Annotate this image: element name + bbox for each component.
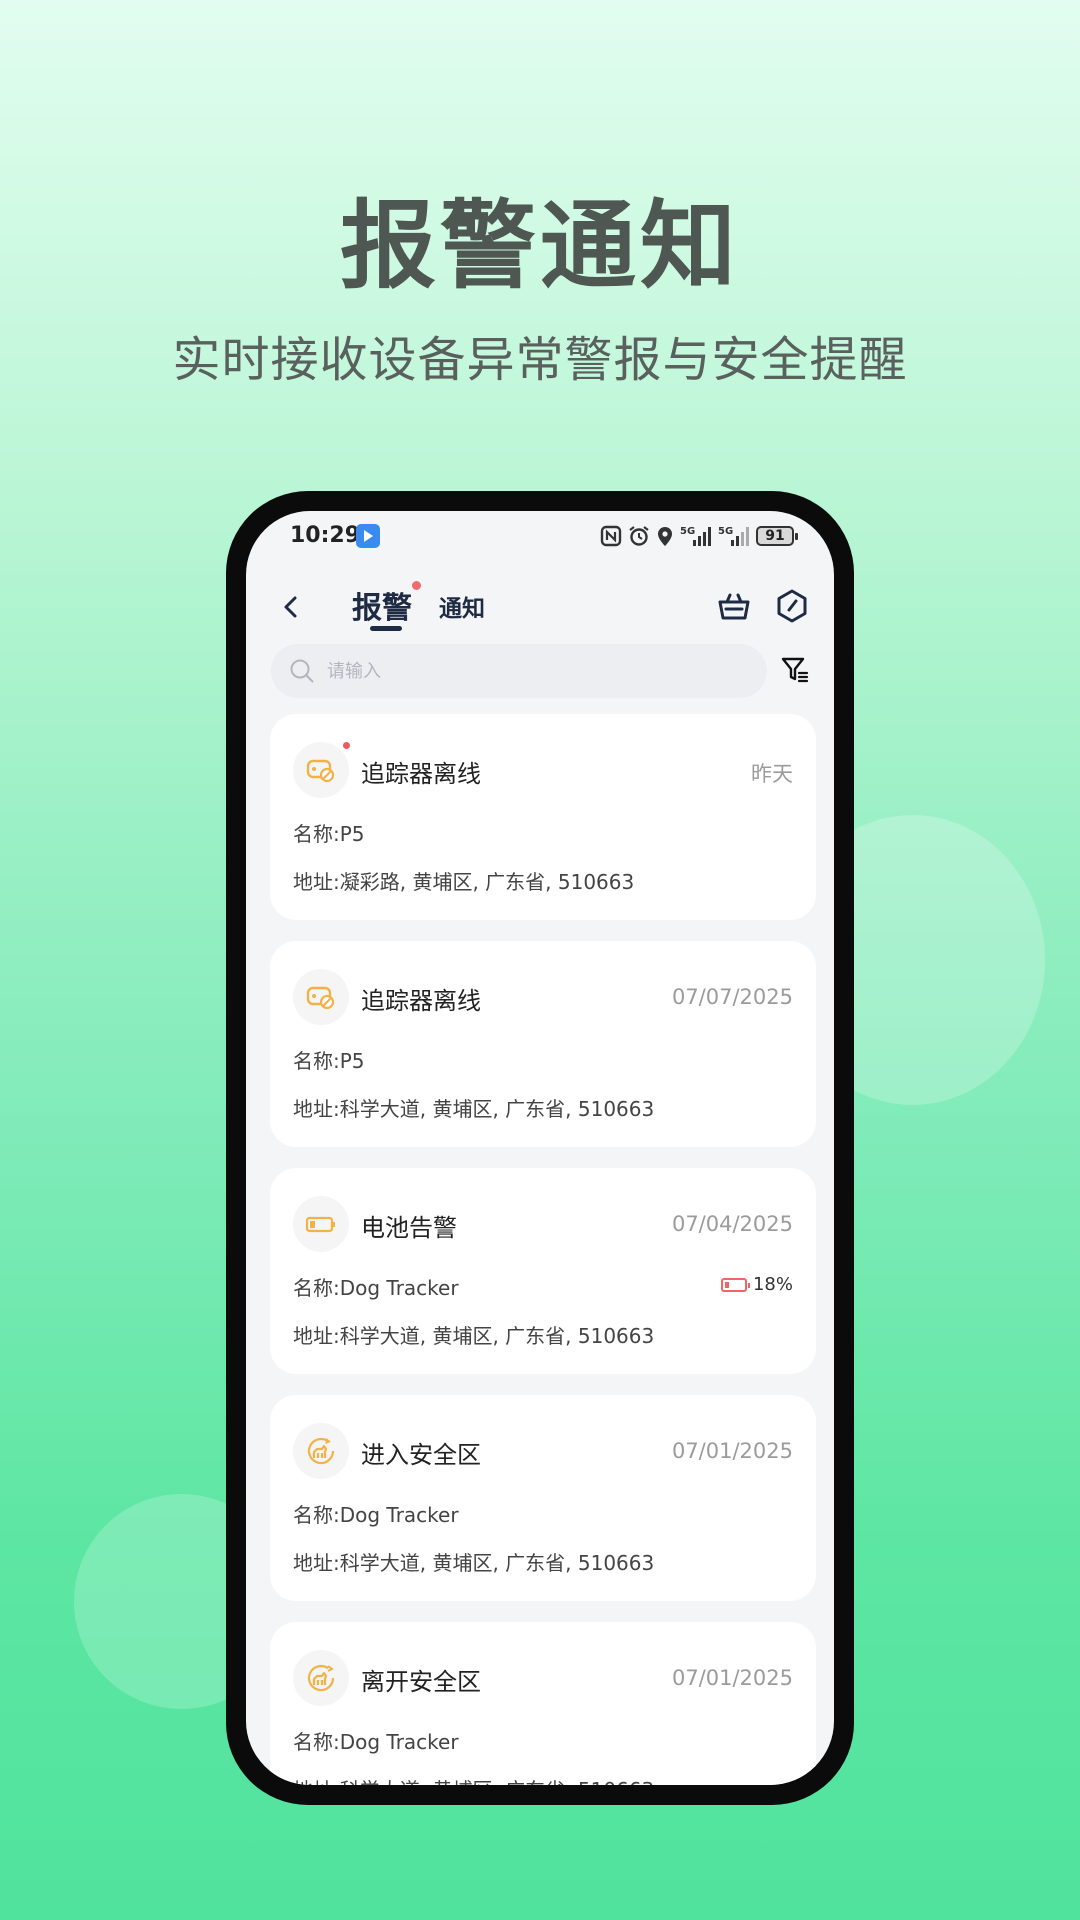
battery-percent: 18% bbox=[752, 1274, 793, 1295]
back-button[interactable] bbox=[274, 589, 310, 625]
search-bar[interactable] bbox=[271, 644, 767, 698]
tab-alarm-unread-dot bbox=[412, 581, 421, 590]
nfc-icon bbox=[600, 525, 622, 547]
enter-safe-zone-icon bbox=[293, 1423, 349, 1479]
alert-title: 追踪器离线 bbox=[361, 760, 481, 788]
status-bar: 10:29 5G 5G 91 bbox=[246, 511, 834, 561]
search-input[interactable] bbox=[327, 654, 747, 688]
alert-title: 离开安全区 bbox=[361, 1668, 481, 1696]
tracker-offline-icon bbox=[293, 969, 349, 1025]
status-time: 10:29 bbox=[290, 523, 361, 548]
battery-level: 18% bbox=[720, 1274, 793, 1295]
alert-address: 地址:科学大道, 黄埔区, 广东省, 510663 bbox=[293, 1324, 655, 1348]
top-navigation: 报警 通知 bbox=[246, 571, 834, 641]
alarm-icon bbox=[629, 526, 649, 546]
phone-screen: 10:29 5G 5G 91 报警 通知 请输入 追踪器离线 昨天 名称:P5 … bbox=[246, 511, 834, 1785]
alert-title: 追踪器离线 bbox=[361, 987, 481, 1015]
alert-date: 07/01/2025 bbox=[671, 1439, 793, 1463]
battery-alert-icon bbox=[293, 1196, 349, 1252]
svg-text:5G: 5G bbox=[680, 526, 695, 537]
tab-active-indicator bbox=[370, 626, 402, 631]
alert-card[interactable]: 进入安全区 07/01/2025 名称:Dog Tracker 地址:科学大道,… bbox=[270, 1395, 816, 1601]
app-shortcut-icon bbox=[356, 524, 380, 548]
hero-title: 报警通知 bbox=[340, 190, 740, 302]
leave-safe-zone-icon bbox=[293, 1650, 349, 1706]
hero-subtitle: 实时接收设备异常警报与安全提醒 bbox=[172, 332, 908, 388]
basket-icon[interactable] bbox=[716, 588, 752, 624]
svg-text:5G: 5G bbox=[718, 526, 733, 537]
alert-card[interactable]: 追踪器离线 昨天 名称:P5 地址:凝彩路, 黄埔区, 广东省, 510663 bbox=[270, 714, 816, 920]
low-battery-icon bbox=[720, 1277, 750, 1292]
alert-date: 07/04/2025 bbox=[671, 1212, 793, 1236]
tab-notice[interactable]: 通知 bbox=[439, 589, 485, 623]
status-icons: 5G 5G 91 bbox=[600, 523, 798, 549]
alert-device-name: 名称:Dog Tracker bbox=[293, 1503, 459, 1527]
alert-address: 地址:科学大道, 黄埔区, 广东省, 510663 bbox=[293, 1097, 655, 1121]
alert-date: 07/01/2025 bbox=[671, 1666, 793, 1690]
location-icon bbox=[658, 527, 672, 546]
alert-device-name: 名称:Dog Tracker bbox=[293, 1276, 459, 1300]
signal-5g-icon: 5G bbox=[680, 526, 711, 546]
filter-icon[interactable] bbox=[780, 655, 810, 685]
alert-address: 地址:凝彩路, 黄埔区, 广东省, 510663 bbox=[293, 870, 635, 894]
alert-device-name: 名称:P5 bbox=[293, 822, 365, 846]
search-icon bbox=[290, 659, 314, 683]
alert-date: 07/07/2025 bbox=[671, 985, 793, 1009]
alert-card[interactable]: 追踪器离线 07/07/2025 名称:P5 地址:科学大道, 黄埔区, 广东省… bbox=[270, 941, 816, 1147]
tracker-offline-icon bbox=[293, 742, 349, 798]
alert-title: 进入安全区 bbox=[361, 1441, 481, 1469]
tab-alarm[interactable]: 报警 bbox=[352, 583, 412, 627]
alert-device-name: 名称:P5 bbox=[293, 1049, 365, 1073]
unread-dot bbox=[343, 742, 350, 749]
phone-frame: 10:29 5G 5G 91 报警 通知 请输入 追踪器离线 昨天 名称:P5 … bbox=[226, 491, 854, 1805]
signal-5g-icon: 5G bbox=[718, 526, 749, 546]
alert-device-name: 名称:Dog Tracker bbox=[293, 1730, 459, 1754]
hexagon-settings-icon[interactable] bbox=[774, 588, 810, 624]
alert-date: 昨天 bbox=[751, 762, 793, 786]
alert-address: 地址:科学大道, 黄埔区, 广东省, 510663 bbox=[293, 1551, 655, 1575]
alert-title: 电池告警 bbox=[361, 1214, 457, 1242]
battery-icon: 91 bbox=[756, 526, 798, 546]
alert-card[interactable]: 电池告警 07/04/2025 名称:Dog Tracker 18% 地址:科学… bbox=[270, 1168, 816, 1374]
alert-address: 地址:科学大道, 黄埔区, 广东省, 510663 bbox=[293, 1774, 654, 1785]
alert-card[interactable]: 离开安全区 07/01/2025 名称:Dog Tracker 地址:科学大道,… bbox=[270, 1622, 816, 1785]
